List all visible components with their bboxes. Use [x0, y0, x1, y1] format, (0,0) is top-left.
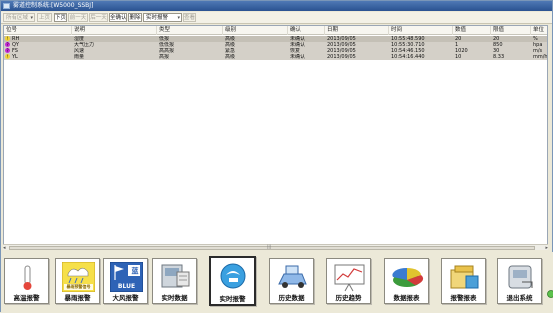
nav-button-label: 高温报警 — [5, 292, 48, 302]
mode-select-value: 实时报警 — [146, 15, 168, 21]
delete-button[interactable]: 删除 — [128, 13, 142, 22]
confirm-all-button[interactable]: 全确认 — [109, 13, 127, 22]
nav-button-label: 实时数据 — [153, 292, 196, 302]
table-cell-limit: 8.33 — [491, 54, 531, 60]
chevron-down-icon: ▾ — [30, 14, 33, 22]
nav-button-8[interactable]: 数据报表 — [384, 258, 429, 304]
table-cell-level: 高级 — [223, 54, 288, 60]
chevron-down-icon: ▾ — [177, 14, 180, 22]
nav-button-1[interactable]: 高温报警 — [4, 258, 49, 304]
nav-badge-cn: 蓝 — [129, 266, 141, 276]
table-cell-time: 10:54:16.440 — [389, 54, 453, 60]
alarm-report-icon — [448, 262, 481, 292]
realtime-data-icon — [159, 262, 192, 292]
realtime-alarm-icon — [217, 261, 250, 291]
nav-button-6[interactable]: 历史数据 — [269, 258, 314, 304]
prev-page-button[interactable]: 上页 — [37, 13, 52, 22]
nav-button-2[interactable]: 暴雨预警信号暴雨报警 — [55, 258, 100, 304]
title-bar: 雾道控制系统:[W5000_SSBJ] — [1, 1, 552, 11]
toolbar: 所有区域 ▾ 上页 下页 前一天 后一天 全确认 删除 实时报警 ▾ 查看 — [1, 12, 552, 24]
app-icon — [3, 3, 10, 9]
nav-button-10[interactable]: 退出系统 — [497, 258, 542, 304]
nav-button-label: 暴雨报警 — [56, 292, 99, 302]
nav-button-label: 实时报警 — [211, 293, 254, 303]
nav-button-label: 大风报警 — [104, 292, 147, 302]
area-filter-value: 所有区域 — [6, 15, 28, 21]
column-header-ack[interactable]: 确认 — [288, 26, 325, 35]
app-window: 雾道控制系统:[W5000_SSBJ] 所有区域 ▾ 上页 下页 前一天 后一天… — [0, 0, 553, 312]
data-report-icon — [391, 262, 424, 292]
nav-button-3[interactable]: BLUE 蓝大风报警 — [103, 258, 148, 304]
nav-button-7[interactable]: 历史趋势 — [326, 258, 371, 304]
table-cell-unit: mm/h — [531, 54, 548, 60]
column-header-unit[interactable]: 单位 — [531, 26, 548, 35]
column-header-level[interactable]: 级别 — [223, 26, 288, 35]
next-day-button[interactable]: 后一天 — [89, 13, 108, 22]
nav-button-label: 数据报表 — [385, 292, 428, 302]
nav-badge: BLUE — [111, 283, 142, 290]
status-corner-icon — [546, 289, 553, 299]
history-data-icon — [276, 262, 309, 292]
column-header-time[interactable]: 时间 — [389, 26, 453, 35]
table-cell-desc: 雨量 — [72, 54, 157, 60]
history-trend-icon — [333, 262, 366, 292]
bottom-navigation: 高温报警暴雨预警信号暴雨报警BLUE蓝大风报警实时数据实时报警历史数据历史趋势数… — [1, 252, 553, 313]
nav-button-label: 退出系统 — [498, 292, 541, 302]
column-header-value[interactable]: 数值 — [453, 26, 491, 35]
column-header-limit[interactable]: 限值 — [491, 26, 531, 35]
nav-button-label: 历史数据 — [270, 292, 313, 302]
column-header-desc[interactable]: 说明 — [72, 26, 157, 35]
scrollbar-thumb[interactable] — [9, 246, 535, 250]
nav-badge: 暴雨预警信号 — [63, 284, 94, 290]
table-cell-type: 高报 — [157, 54, 223, 60]
horizontal-scrollbar[interactable]: ◂ ||| ▸ — [3, 244, 548, 250]
exit-icon — [504, 262, 537, 292]
scroll-left-arrow-icon[interactable]: ◂ — [3, 245, 6, 251]
table-cell-ack: 未确认 — [288, 54, 325, 60]
next-page-button[interactable]: 下页 — [54, 13, 67, 22]
query-button[interactable]: 查看 — [183, 13, 196, 22]
scrollbar-grip-icon: ||| — [267, 245, 271, 249]
nav-button-4[interactable]: 实时数据 — [152, 258, 197, 304]
nav-button-label: 历史趋势 — [327, 292, 370, 302]
scroll-right-arrow-icon[interactable]: ▸ — [545, 245, 548, 251]
column-header-type[interactable]: 类型 — [157, 26, 223, 35]
table-cell-value: 10 — [453, 54, 491, 60]
prev-day-button[interactable]: 前一天 — [68, 13, 88, 22]
window-title: 雾道控制系统:[W5000_SSBJ] — [13, 2, 93, 9]
nav-button-label: 报警报表 — [442, 292, 485, 302]
thermometer-icon — [11, 262, 44, 292]
nav-button-9[interactable]: 报警报表 — [441, 258, 486, 304]
mode-select[interactable]: 实时报警 ▾ — [143, 13, 182, 22]
area-filter-select[interactable]: 所有区域 ▾ — [3, 13, 35, 22]
column-header-date[interactable]: 日期 — [325, 26, 389, 35]
table-cell-tag: YL — [10, 54, 72, 60]
nav-button-5[interactable]: 实时报警 — [209, 256, 256, 306]
column-header-tag[interactable]: 位号 — [4, 26, 72, 35]
table-header: 位号 说明 类型 级别 确认 日期 时间 数值 限值 单位 — [4, 26, 548, 35]
alarm-table: 位号 说明 类型 级别 确认 日期 时间 数值 限值 单位 !RH湿度低报高级未… — [3, 25, 548, 250]
table-row[interactable]: !YL雨量高报高级未确认2013/09/0510:54:16.440108.33… — [4, 54, 548, 60]
table-cell-date: 2013/09/05 — [325, 54, 389, 60]
